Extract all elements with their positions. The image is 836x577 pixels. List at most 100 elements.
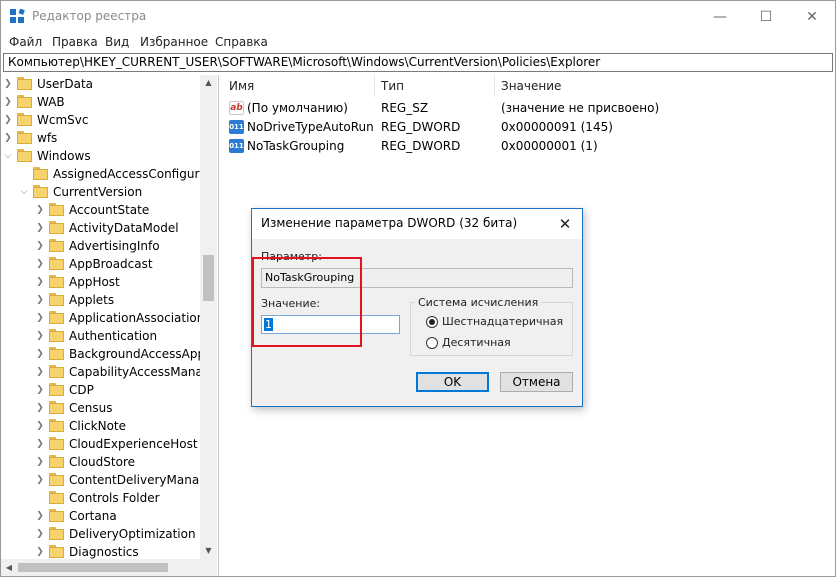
scroll-down-icon[interactable]: ▼ <box>200 543 217 559</box>
expand-arrow-icon[interactable]: ❯ <box>34 237 46 255</box>
ok-button[interactable]: OK <box>416 372 489 392</box>
column-header-type[interactable]: Тип <box>375 75 495 97</box>
menu-edit[interactable]: Правка <box>52 35 98 49</box>
folder-icon <box>17 131 33 145</box>
expand-arrow-icon[interactable]: ❯ <box>2 75 14 93</box>
dialog-title-bar[interactable]: Изменение параметра DWORD (32 бита) ✕ <box>252 209 582 239</box>
scroll-thumb[interactable] <box>203 255 214 301</box>
binary-value-icon: 011 <box>229 120 244 134</box>
radio-decimal-label[interactable]: Десятичная <box>442 336 511 349</box>
value-row[interactable]: ab (По умолчанию) REG_SZ (значение не пр… <box>223 99 835 118</box>
value-name: NoDriveTypeAutoRun <box>247 120 374 134</box>
cancel-button[interactable]: Отмена <box>500 372 573 392</box>
expand-arrow-icon[interactable]: ❯ <box>34 417 46 435</box>
close-button[interactable]: ✕ <box>789 1 835 32</box>
collapse-arrow-icon[interactable]: ⌵ <box>18 183 30 201</box>
radix-group-title: Система исчисления <box>415 296 542 309</box>
folder-icon <box>49 527 65 541</box>
folder-icon <box>49 419 65 433</box>
expand-arrow-icon[interactable]: ❯ <box>34 381 46 399</box>
folder-open-icon <box>17 149 33 163</box>
value-data: 0x00000091 (145) <box>501 120 613 134</box>
radio-hexadecimal-label[interactable]: Шестнадцатеричная <box>442 315 563 328</box>
expand-arrow-icon[interactable]: ❯ <box>34 219 46 237</box>
folder-icon <box>49 401 65 415</box>
value-row[interactable]: 011 NoTaskGrouping REG_DWORD 0x00000001 … <box>223 137 835 156</box>
folder-icon <box>49 437 65 451</box>
expand-arrow-icon[interactable]: ❯ <box>34 327 46 345</box>
folder-icon <box>49 257 65 271</box>
expand-arrow-icon[interactable]: ❯ <box>34 435 46 453</box>
tree-vertical-scrollbar[interactable]: ▲ ▼ <box>200 75 217 559</box>
menu-file[interactable]: Файл <box>9 35 42 49</box>
folder-icon <box>17 113 33 127</box>
expand-arrow-icon[interactable]: ❯ <box>34 471 46 489</box>
folder-icon <box>49 383 65 397</box>
expand-arrow-icon[interactable]: ❯ <box>34 345 46 363</box>
regedit-app-icon <box>10 9 25 23</box>
menu-favorites[interactable]: Избранное <box>140 35 208 49</box>
value-type: REG_DWORD <box>381 120 461 134</box>
column-header-value[interactable]: Значение <box>495 75 795 97</box>
expand-arrow-icon[interactable]: ❯ <box>2 129 14 147</box>
folder-icon <box>33 167 49 181</box>
folder-icon <box>49 329 65 343</box>
expand-arrow-icon[interactable]: ❯ <box>34 507 46 525</box>
folder-icon <box>49 203 65 217</box>
expand-arrow-icon[interactable]: ❯ <box>2 111 14 129</box>
highlight-annotation <box>252 257 362 347</box>
collapse-arrow-icon[interactable]: ⌵ <box>2 147 14 165</box>
expand-arrow-icon[interactable]: ❯ <box>34 273 46 291</box>
value-type: REG_SZ <box>381 101 429 115</box>
value-name: NoTaskGrouping <box>247 139 345 153</box>
folder-icon <box>49 221 65 235</box>
expand-arrow-icon[interactable]: ❯ <box>34 363 46 381</box>
value-type: REG_DWORD <box>381 139 461 153</box>
folder-icon <box>49 239 65 253</box>
expand-arrow-icon[interactable]: ❯ <box>34 291 46 309</box>
pane-splitter[interactable] <box>218 75 222 576</box>
expand-arrow-icon[interactable]: ❯ <box>34 453 46 471</box>
value-name: (По умолчанию) <box>247 101 348 115</box>
dialog-close-icon[interactable]: ✕ <box>554 213 576 235</box>
menu-view[interactable]: Вид <box>105 35 129 49</box>
folder-icon <box>49 509 65 523</box>
folder-icon <box>49 365 65 379</box>
radio-hexadecimal[interactable] <box>426 316 438 328</box>
value-row[interactable]: 011 NoDriveTypeAutoRun REG_DWORD 0x00000… <box>223 118 835 137</box>
folder-icon <box>49 311 65 325</box>
folder-icon <box>49 545 65 559</box>
regedit-window: Редактор реестра — ☐ ✕ Файл Правка Вид И… <box>0 0 836 577</box>
column-header-name[interactable]: Имя <box>223 75 375 97</box>
folder-open-icon <box>33 185 49 199</box>
folder-icon <box>49 275 65 289</box>
string-value-icon: ab <box>229 101 244 115</box>
scroll-left-icon[interactable]: ◀ <box>1 559 17 576</box>
folder-icon <box>49 455 65 469</box>
scroll-up-icon[interactable]: ▲ <box>200 75 217 91</box>
minimize-button[interactable]: — <box>697 1 743 32</box>
expand-arrow-icon[interactable]: ❯ <box>34 309 46 327</box>
title-bar[interactable]: Редактор реестра — ☐ ✕ <box>1 1 835 33</box>
expand-arrow-icon[interactable]: ❯ <box>34 255 46 273</box>
value-data: (значение не присвоено) <box>501 101 660 115</box>
binary-value-icon: 011 <box>229 139 244 153</box>
menu-bar: Файл Правка Вид Избранное Справка <box>1 32 835 52</box>
menu-help[interactable]: Справка <box>215 35 268 49</box>
scroll-thumb-horizontal[interactable] <box>18 563 168 572</box>
folder-icon <box>49 293 65 307</box>
expand-arrow-icon[interactable]: ❯ <box>34 399 46 417</box>
address-bar[interactable]: Компьютер\HKEY_CURRENT_USER\SOFTWARE\Mic… <box>3 53 833 72</box>
expand-arrow-icon[interactable]: ❯ <box>2 93 14 111</box>
folder-icon <box>49 491 65 505</box>
maximize-button[interactable]: ☐ <box>743 1 789 32</box>
expand-arrow-icon[interactable]: ❯ <box>34 525 46 543</box>
radio-decimal[interactable] <box>426 337 438 349</box>
window-title: Редактор реестра <box>32 9 147 23</box>
expand-arrow-icon[interactable]: ❯ <box>34 201 46 219</box>
folder-icon <box>17 77 33 91</box>
folder-icon <box>17 95 33 109</box>
key-tree: ❯ UserData ❯ WAB ❯ WcmSvc ❯ wfs ⌵ Windows Ass… <box>1 75 217 576</box>
folder-icon <box>49 473 65 487</box>
tree-horizontal-scrollbar[interactable]: ◀ <box>1 559 217 576</box>
